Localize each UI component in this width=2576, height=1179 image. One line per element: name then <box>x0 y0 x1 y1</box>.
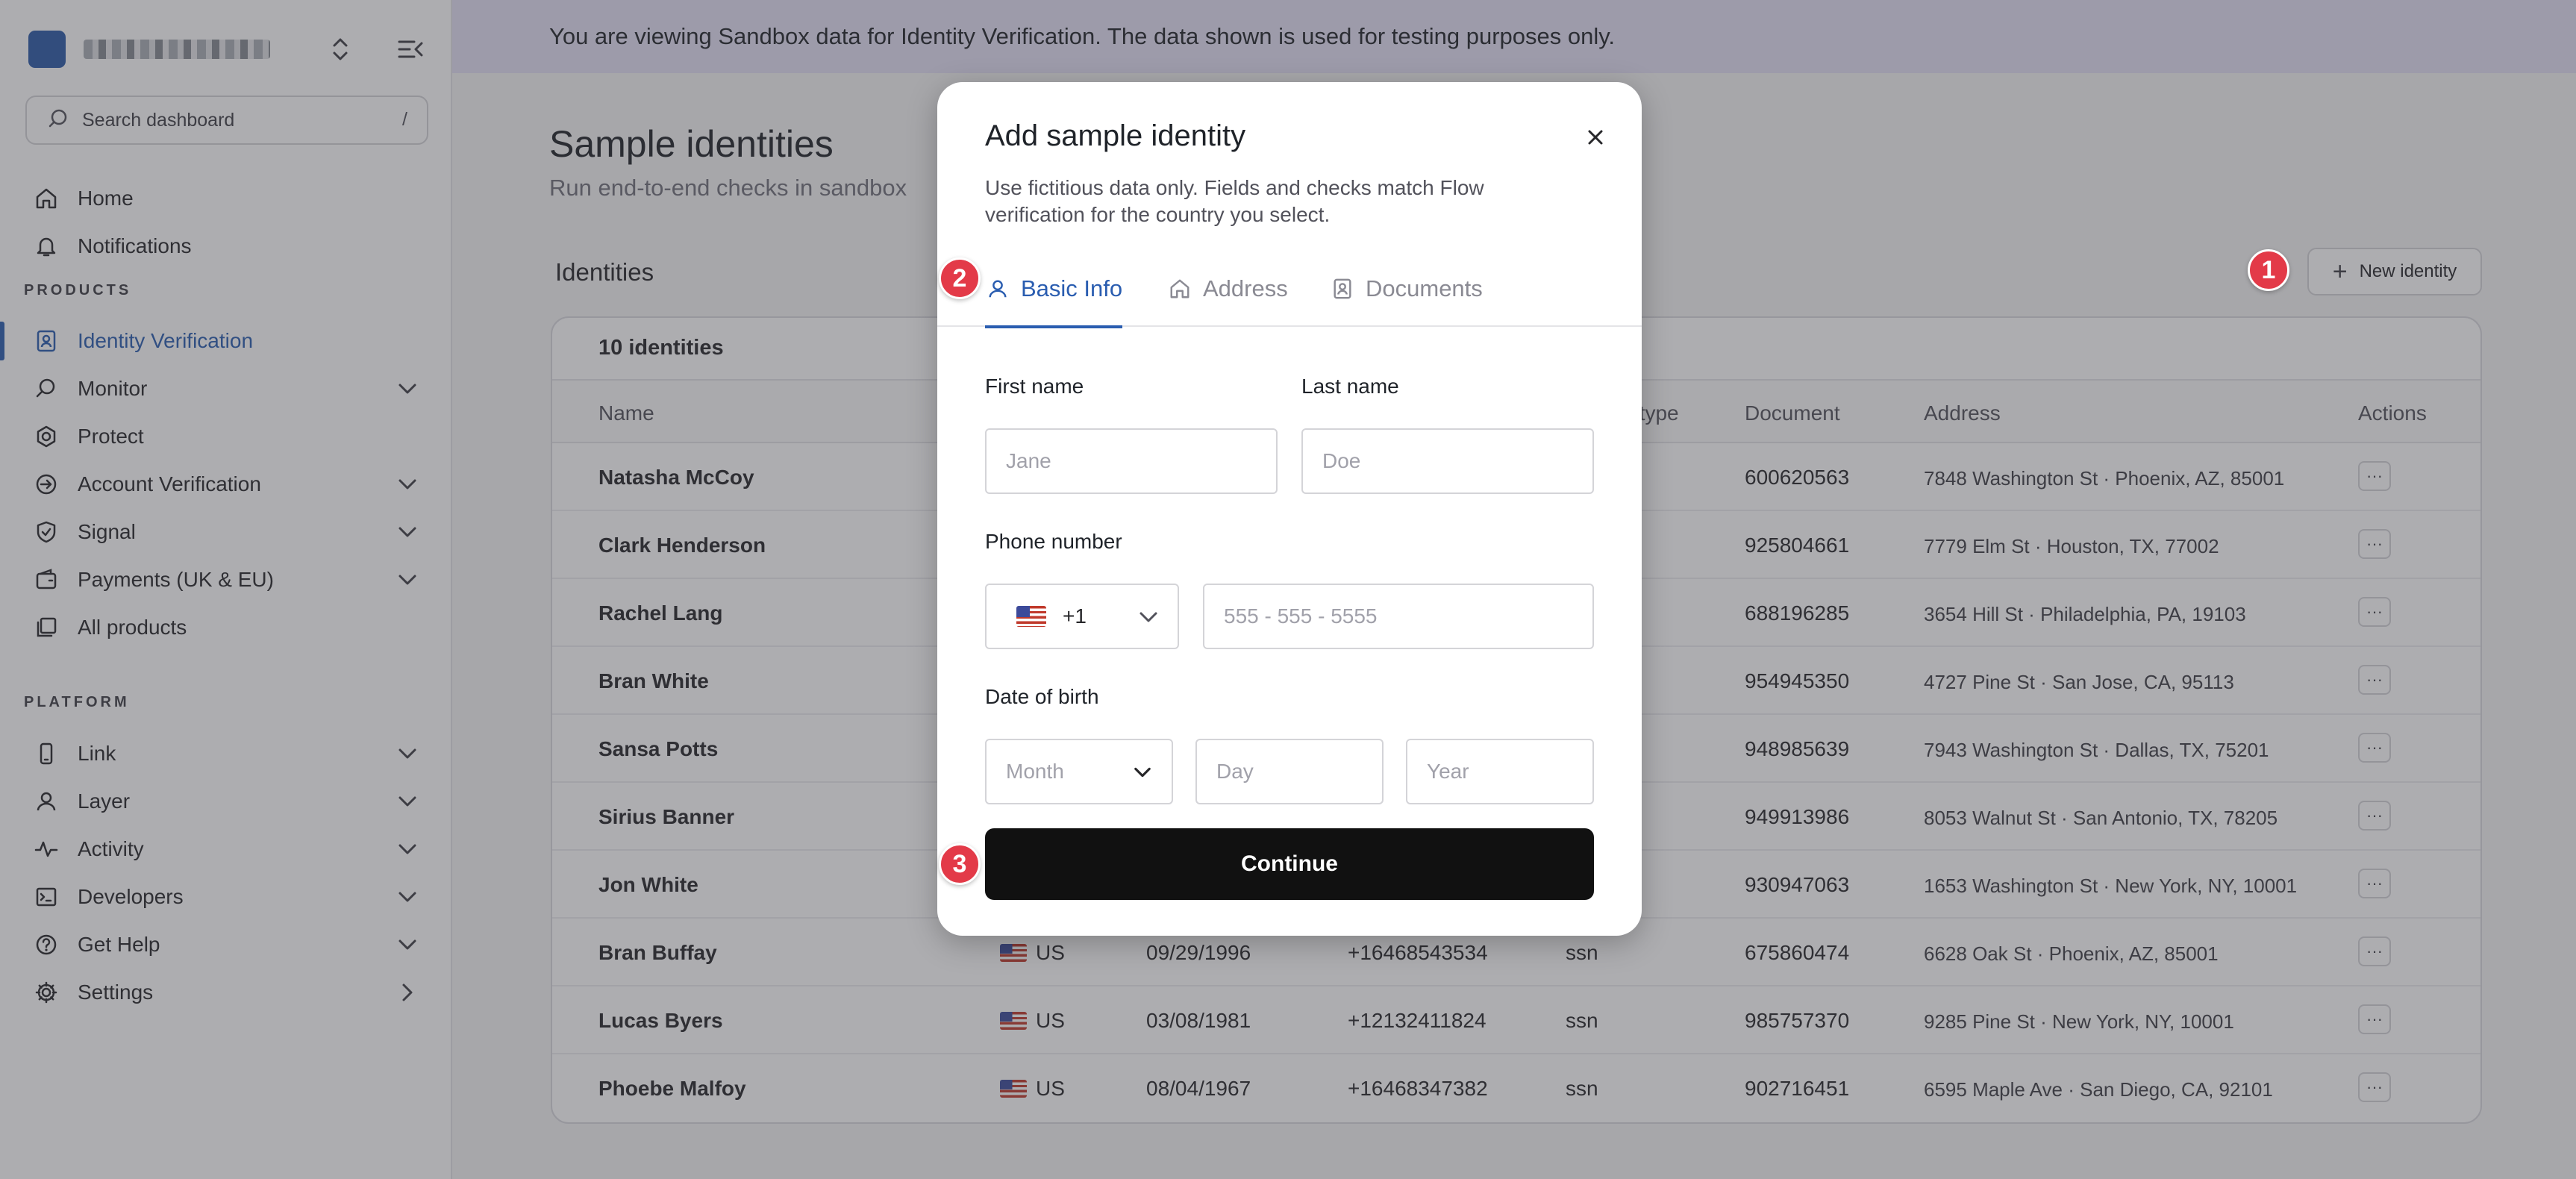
year-placeholder: Year <box>1427 760 1469 783</box>
date-of-birth-label: Date of birth <box>985 685 1099 708</box>
id-badge-icon <box>1330 276 1355 301</box>
tab-address[interactable]: Address <box>1167 251 1288 327</box>
modal-title: Add sample identity <box>985 119 1246 152</box>
phone-number-input[interactable]: 555 - 555 - 5555 <box>1203 584 1594 649</box>
first-name-input[interactable]: Jane <box>985 428 1278 494</box>
tab-basic-info[interactable]: Basic Info <box>985 251 1123 328</box>
user-icon <box>985 276 1010 301</box>
modal-description: Use fictitious data only. Fields and che… <box>985 176 1484 226</box>
add-sample-identity-modal: Add sample identity Use fictitious data … <box>937 82 1642 936</box>
modal-tabs: Basic Info Address Documents <box>937 251 1642 328</box>
continue-button[interactable]: Continue <box>985 828 1594 900</box>
day-placeholder: Day <box>1216 760 1254 783</box>
chevron-down-icon <box>1136 604 1161 630</box>
tab-label: Basic Info <box>1021 275 1123 301</box>
last-name-input[interactable]: Doe <box>1301 428 1594 494</box>
us-flag-icon <box>1016 606 1046 627</box>
month-select[interactable]: Month <box>985 739 1173 804</box>
phone-number-label: Phone number <box>985 530 1122 553</box>
step-badge-1: 1 <box>2248 249 2289 291</box>
chevron-down-icon <box>1130 760 1155 785</box>
first-name-label: First name <box>985 375 1084 398</box>
last-name-placeholder: Doe <box>1322 449 1361 472</box>
tab-label: Address <box>1203 275 1288 301</box>
tab-label: Documents <box>1366 275 1483 301</box>
country-code-value: +1 <box>1063 604 1087 628</box>
country-code-select[interactable]: +1 <box>985 584 1179 649</box>
day-input[interactable]: Day <box>1195 739 1384 804</box>
step-badge-2: 2 <box>939 257 981 299</box>
last-name-label: Last name <box>1301 375 1399 398</box>
home-icon <box>1167 276 1192 301</box>
close-icon[interactable] <box>1579 121 1612 154</box>
year-input[interactable]: Year <box>1406 739 1594 804</box>
step-badge-3: 3 <box>939 843 981 885</box>
first-name-placeholder: Jane <box>1006 449 1051 472</box>
tab-documents[interactable]: Documents <box>1330 251 1483 327</box>
phone-placeholder: 555 - 555 - 5555 <box>1224 604 1378 628</box>
month-placeholder: Month <box>1006 760 1064 783</box>
